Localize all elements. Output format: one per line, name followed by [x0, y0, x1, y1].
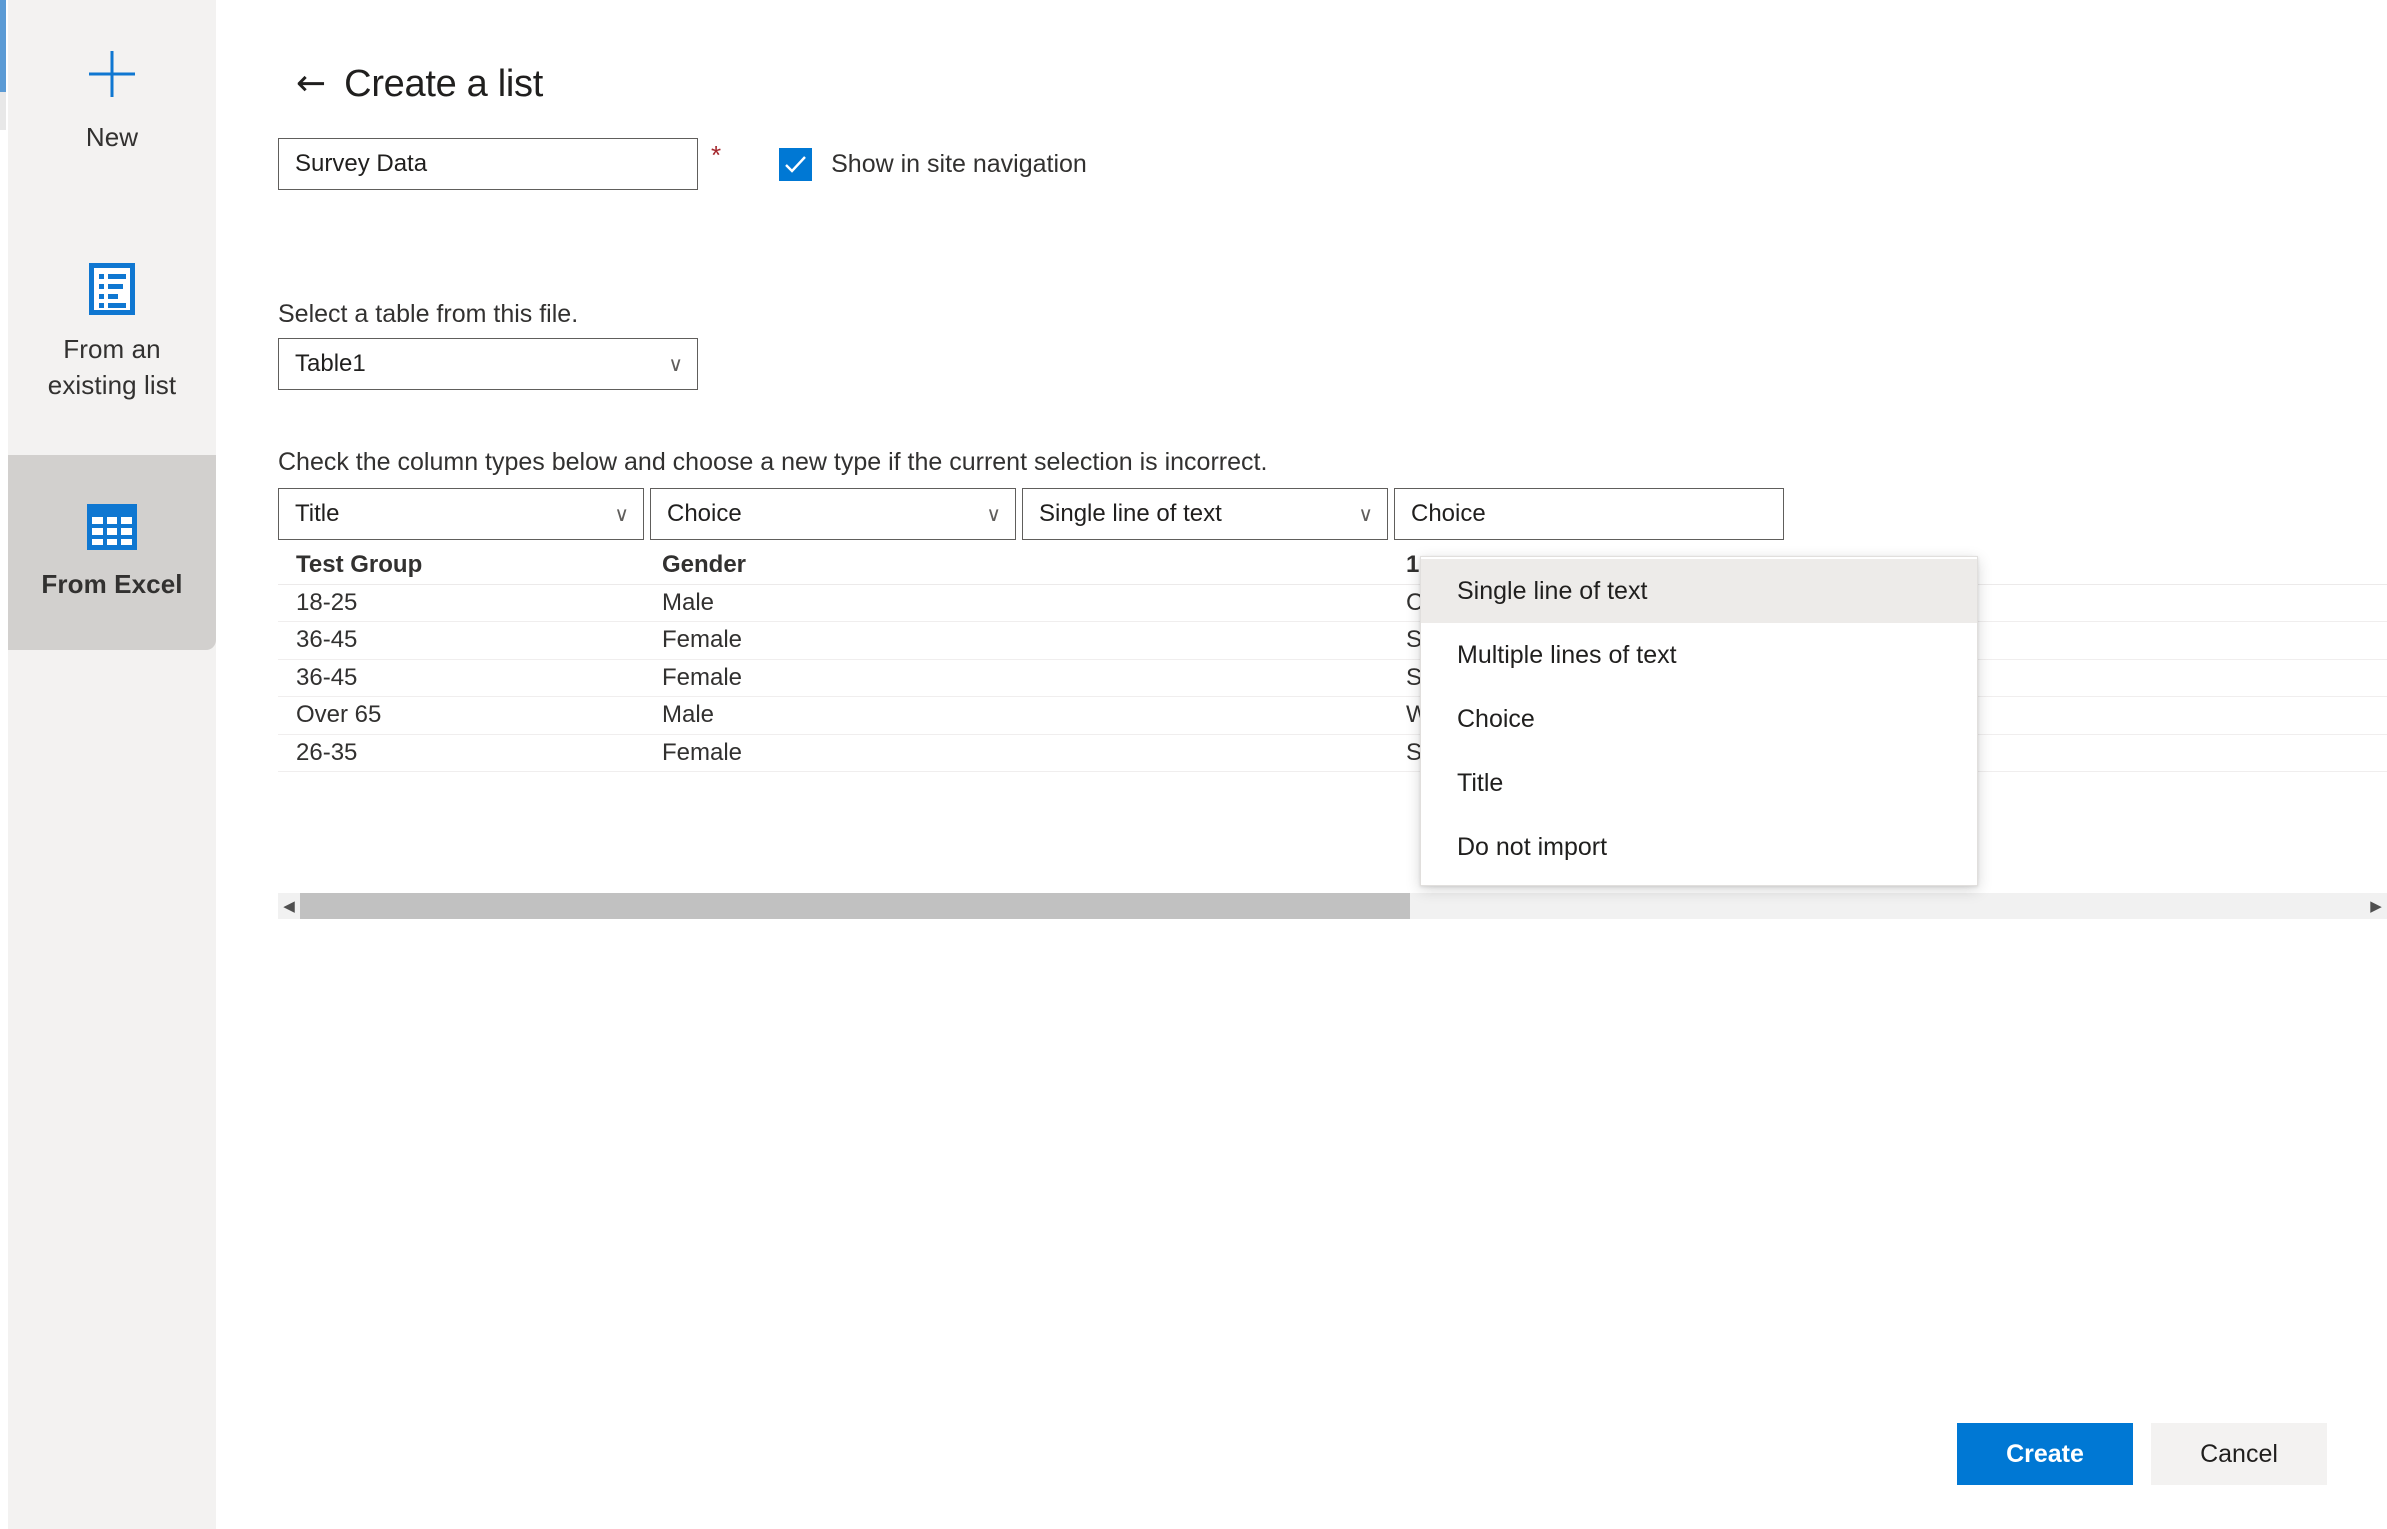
checkbox-box	[779, 147, 813, 181]
table-cell: Female	[662, 738, 743, 766]
table-cell: 26-35	[296, 738, 358, 766]
table-cell: Male	[662, 588, 715, 616]
menu-item-do-not-import[interactable]: Do not import	[1421, 815, 1977, 879]
table-cell: 36-45	[296, 626, 358, 654]
show-in-site-navigation-checkbox[interactable]: Show in site navigation	[779, 147, 1087, 181]
table-row: Over 65 Male Words	[278, 697, 2387, 735]
page-title: Create a list	[344, 63, 544, 105]
sidebar-item-new[interactable]: New	[8, 20, 216, 180]
list-name-row: * Show in site navigation	[278, 138, 1087, 190]
list-name-input[interactable]	[278, 138, 698, 190]
sidebar-item-label: New	[85, 122, 139, 152]
table-row: 36-45 Female Shape	[278, 622, 2387, 660]
preview-table: Test Group Gender 1 18-25 Male Color 36-…	[278, 547, 2387, 772]
sidebar: New From an existing list From Excel	[8, 0, 216, 1529]
dialog-footer: Create Cancel	[1957, 1423, 2327, 1485]
column-type-value: Single line of text	[1039, 500, 1222, 527]
menu-item-choice[interactable]: Choice	[1421, 687, 1977, 751]
column-preview-grid: Title ∨ Choice ∨ Single line of text ∨ C…	[278, 488, 2387, 772]
column-type-value: Choice	[1411, 500, 1486, 527]
sidebar-item-label: From an existing list	[47, 333, 177, 400]
column-type-value: Choice	[667, 500, 742, 527]
chevron-down-icon: ∨	[668, 352, 683, 376]
select-table-label: Select a table from this file.	[278, 300, 579, 328]
required-asterisk: *	[711, 140, 722, 170]
scrollbar-thumb[interactable]	[300, 893, 1410, 919]
left-edge-accent-strip	[0, 0, 6, 92]
chevron-down-icon: ∨	[614, 502, 629, 526]
table-grid-icon	[87, 503, 137, 550]
main-panel: ← Create a list * Show in site navigatio…	[216, 0, 2387, 1529]
table-cell: Female	[662, 626, 743, 654]
table-cell: Over 65	[296, 701, 382, 729]
table-row: 26-35 Female Shape	[278, 735, 2387, 772]
scroll-left-arrow-icon[interactable]: ◀	[278, 898, 300, 914]
menu-item-multiple-lines-of-text[interactable]: Multiple lines of text	[1421, 623, 1977, 687]
table-row: 36-45 Female Shape	[278, 660, 2387, 697]
chevron-down-icon: ∨	[986, 502, 1001, 526]
column-type-value: Title	[295, 500, 340, 527]
table-select-dropdown[interactable]: Table1 ∨	[278, 338, 698, 390]
page-header: ← Create a list	[296, 62, 543, 106]
sidebar-item-from-existing-list[interactable]: From an existing list	[8, 240, 216, 425]
table-select-value: Table1	[295, 350, 366, 377]
column-header: Gender	[662, 551, 747, 579]
table-cell: Male	[662, 701, 715, 729]
create-button[interactable]: Create	[1957, 1423, 2133, 1485]
column-type-dropdown-menu: Single line of text Multiple lines of te…	[1420, 556, 1978, 886]
plus-icon	[83, 45, 141, 103]
column-type-dropdown-1[interactable]: Choice ∨	[650, 488, 1016, 540]
table-cell: Female	[662, 663, 743, 691]
column-type-dropdown-0[interactable]: Title ∨	[278, 488, 644, 540]
scrollbar-track[interactable]	[300, 893, 2365, 919]
back-arrow-icon[interactable]: ←	[296, 66, 326, 102]
column-type-dropdown-2[interactable]: Single line of text ∨	[1022, 488, 1388, 540]
left-edge-accent-strip-2	[0, 92, 6, 130]
chevron-down-icon: ∨	[1358, 502, 1373, 526]
checkbox-label: Show in site navigation	[831, 149, 1087, 178]
list-document-icon	[89, 262, 135, 315]
column-header: Test Group	[296, 551, 423, 579]
menu-item-single-line-of-text[interactable]: Single line of text	[1421, 559, 1977, 623]
table-cell: 18-25	[296, 588, 358, 616]
column-type-dropdown-3[interactable]: Choice	[1394, 488, 1784, 540]
check-column-types-label: Check the column types below and choose …	[278, 448, 1268, 476]
checkmark-icon	[785, 155, 807, 173]
table-header-row: Test Group Gender 1	[278, 547, 2387, 585]
scroll-right-arrow-icon[interactable]: ▶	[2365, 898, 2387, 914]
table-cell: 36-45	[296, 663, 358, 691]
column-type-selectors: Title ∨ Choice ∨ Single line of text ∨ C…	[278, 488, 1784, 540]
menu-item-title[interactable]: Title	[1421, 751, 1977, 815]
table-row: 18-25 Male Color	[278, 585, 2387, 622]
sidebar-item-label: From Excel	[41, 568, 183, 599]
sidebar-item-from-excel[interactable]: From Excel	[8, 455, 216, 650]
cancel-button[interactable]: Cancel	[2151, 1423, 2327, 1485]
horizontal-scrollbar[interactable]: ◀ ▶	[278, 893, 2387, 919]
